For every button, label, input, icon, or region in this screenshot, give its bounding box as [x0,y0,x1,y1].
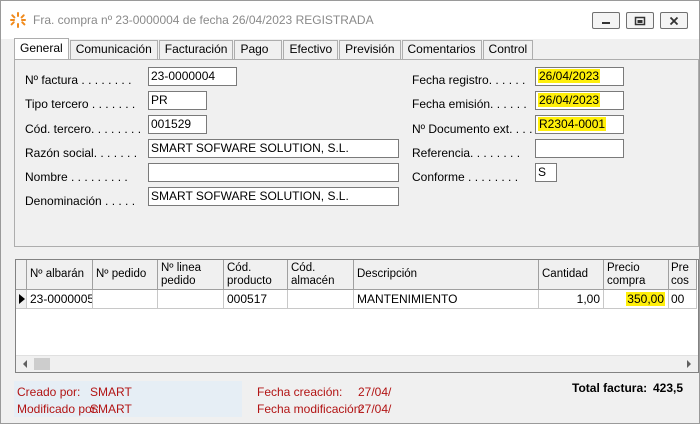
fecha-creacion-value: 27/04/ [358,385,392,399]
nombre-field[interactable] [148,163,399,182]
fecha-emision-field[interactable]: 26/04/2023 [535,91,624,110]
general-tab-panel: Nº factura . . . . . . . . 23-0000004 Ti… [14,59,699,247]
horizontal-scrollbar[interactable] [16,355,698,372]
col-header-n-albaran[interactable]: Nº albarán [27,260,93,290]
cell-n-pedido[interactable] [93,290,158,309]
cell-n-albaran[interactable]: 23-0000005 [27,290,93,309]
razon-social-label: Razón social. . . . . . . [25,146,138,160]
tab-efectivo[interactable]: Efectivo [283,40,339,59]
precio-compra-value: 350,00 [626,292,665,306]
conforme-field[interactable]: S [535,163,557,182]
col-header-descripcion[interactable]: Descripción [354,260,539,290]
table-row[interactable]: 23-0000005 000517 MANTENIMIENTO 1,00 350… [16,290,697,309]
cell-pre-cos[interactable]: 00 [669,290,697,309]
cell-descripcion[interactable]: MANTENIMIENTO [354,290,539,309]
maximize-icon [634,16,646,25]
cell-cantidad[interactable]: 1,00 [539,290,604,309]
minimize-icon [602,21,610,24]
app-logo-icon [10,12,26,28]
cell-precio-compra[interactable]: 350,00 [604,290,669,309]
tab-bar: General Comunicación Facturación Pago Ef… [14,38,534,59]
total-factura-value: 423,5 [653,381,684,395]
col-header-cod-producto[interactable]: Cód. producto [224,260,288,290]
referencia-field[interactable] [535,139,624,158]
col-header-pre-cos[interactable]: Pre cos [669,260,697,290]
referencia-label: Referencia. . . . . . . . [412,146,521,160]
fecha-creacion-label: Fecha creación: [257,385,343,399]
invoice-lines-grid: Nº albarán Nº pedido Nº linea pedido Cód… [15,259,699,373]
tipo-tercero-label: Tipo tercero . . . . . . . [25,97,136,111]
tab-general[interactable]: General [14,38,69,59]
modificado-por-value: SMART [90,402,132,416]
col-header-cantidad[interactable]: Cantidad [539,260,604,290]
fecha-registro-value: 26/04/2023 [538,69,601,83]
scrollbar-thumb[interactable] [34,358,50,370]
col-header-cod-almacen[interactable]: Cód. almacén [288,260,354,290]
cod-tercero-field[interactable]: 001529 [148,115,207,134]
tab-comunicacion[interactable]: Comunicación [69,40,158,59]
denominacion-label: Denominación . . . . . [25,194,136,208]
tab-control[interactable]: Control [482,40,534,59]
tab-comentarios[interactable]: Comentarios [401,40,482,59]
fecha-modificacion-label: Fecha modificación: [257,402,364,416]
fecha-emision-value: 26/04/2023 [538,93,601,107]
denominacion-field[interactable]: SMART SOFWARE SOLUTION, S.L. [148,187,399,206]
cell-cod-producto[interactable]: 000517 [224,290,288,309]
fecha-registro-label: Fecha registro. . . . . . [412,73,526,87]
conforme-label: Conforme . . . . . . . . [412,170,519,184]
n-documento-ext-value: R2304-0001 [538,117,607,131]
current-row-arrow-icon [19,294,25,304]
maximize-button[interactable] [626,12,654,29]
modificado-por-label: Modificado por: [17,402,100,416]
nombre-label: Nombre . . . . . . . . . [25,170,128,184]
scroll-right-icon[interactable] [682,356,696,372]
scroll-left-icon[interactable] [18,356,32,372]
close-button[interactable] [660,12,688,29]
close-icon [669,16,679,25]
fecha-registro-field[interactable]: 26/04/2023 [535,67,624,86]
n-documento-ext-field[interactable]: R2304-0001 [535,115,624,134]
cell-cod-almacen[interactable] [288,290,354,309]
invoice-window: Fra. compra nº 23-0000004 de fecha 26/04… [0,0,700,424]
cod-tercero-label: Cód. tercero. . . . . . . . [25,122,142,136]
tab-prevision[interactable]: Previsión [339,40,401,59]
tipo-tercero-field[interactable]: PR [148,91,207,110]
n-factura-field[interactable]: 23-0000004 [148,67,237,86]
row-indicator [16,290,27,309]
title-bar: Fra. compra nº 23-0000004 de fecha 26/04… [1,1,699,39]
total-factura-label: Total factura: [572,381,648,395]
col-header-n-linea-pedido[interactable]: Nº linea pedido [158,260,224,290]
col-header-precio-compra[interactable]: Precio compra [604,260,669,290]
tab-facturacion[interactable]: Facturación [158,40,234,59]
grid-header: Nº albarán Nº pedido Nº linea pedido Cód… [16,260,697,290]
fecha-emision-label: Fecha emisión. . . . . . [412,97,527,111]
fecha-modificacion-value: 27/04/ [358,402,392,416]
razon-social-field[interactable]: SMART SOFWARE SOLUTION, S.L. [148,139,399,158]
tab-pago[interactable]: Pago [234,40,283,59]
window-title: Fra. compra nº 23-0000004 de fecha 26/04… [33,13,374,27]
row-indicator-header [16,260,27,290]
minimize-button[interactable] [592,12,620,29]
n-documento-ext-label: Nº Documento ext. . . . . [412,122,540,136]
n-factura-label: Nº factura . . . . . . . . [25,73,132,87]
cell-n-linea-pedido[interactable] [158,290,224,309]
creado-por-label: Creado por: [17,385,81,399]
creado-por-value: SMART [90,385,132,399]
col-header-n-pedido[interactable]: Nº pedido [93,260,158,290]
